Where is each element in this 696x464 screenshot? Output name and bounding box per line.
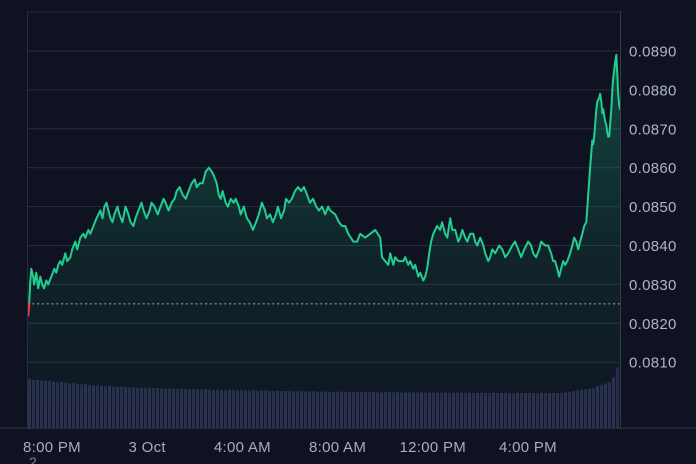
y-axis-tick-label: 0.0850 [629,199,677,216]
x-axis-tick-label: 8:00 AM [309,439,366,456]
open-tick-segment [28,304,29,316]
y-axis-tick-label: 0.0840 [629,238,677,255]
area-fill [28,55,620,428]
x-axis-labels: 8:00 PM 3 Oct 4:00 AM 8:00 AM 12:00 PM 4… [23,439,557,464]
price-chart-canvas[interactable]: 0.0890 0.0880 0.0870 0.0860 0.0850 0.084… [0,0,696,464]
y-axis-labels: 0.0890 0.0880 0.0870 0.0860 0.0850 0.084… [629,44,677,372]
y-axis-tick-label: 0.0810 [629,355,677,372]
y-axis-tick-label: 0.0820 [629,316,677,333]
y-axis-tick-label: 0.0830 [629,277,677,294]
y-axis-tick-label: 0.0870 [629,121,677,138]
y-axis-tick-label: 0.0890 [629,44,677,61]
x-axis-tick-label: 12:00 PM [399,439,466,456]
price-chart: 0.0890 0.0880 0.0870 0.0860 0.0850 0.084… [0,0,696,464]
x-axis-tick-label: 3 Oct [129,439,167,456]
y-axis-tick-label: 0.0860 [629,160,677,177]
x-axis-partial-date-label: 2 [29,454,37,464]
y-axis-tick-label: 0.0880 [629,82,677,99]
x-axis-tick-label: 4:00 PM [499,439,557,456]
x-axis-tick-label: 4:00 AM [214,439,271,456]
